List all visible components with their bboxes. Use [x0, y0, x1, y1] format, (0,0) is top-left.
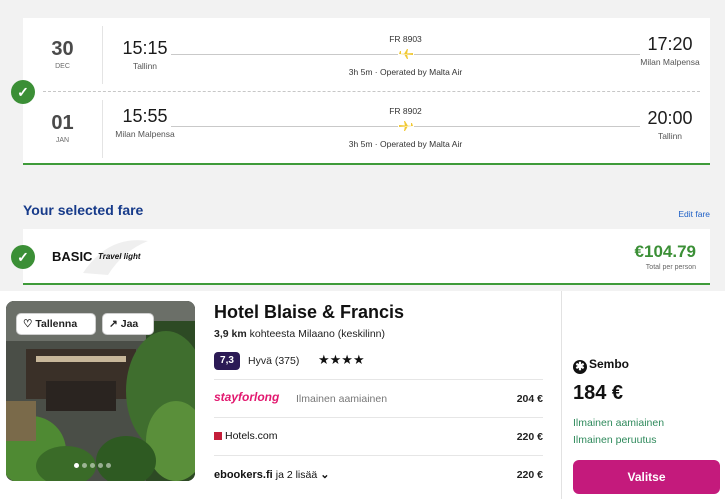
best-offer-price: 184 € [573, 382, 624, 404]
selected-fare-card[interactable]: BASIC Travel light €104.79 Total per per… [23, 229, 710, 285]
departure-city: Milan Malpensa [115, 129, 175, 139]
carousel-dot[interactable] [90, 463, 95, 468]
provider-logo: Hotels.com [214, 430, 278, 442]
offer-perk: Ilmainen aamiainen [296, 393, 388, 405]
offer-price: 204 € [516, 393, 543, 405]
fare-confirmed-check-icon: ✓ [11, 245, 35, 269]
distance-value: 3,9 km [214, 328, 247, 340]
date-month: DEC [55, 63, 70, 70]
provider-name: Hotels.com [225, 430, 278, 442]
fare-price-note: Total per person [645, 264, 696, 271]
share-icon: ↗ [109, 318, 118, 330]
fare-subtitle: Travel light [98, 252, 141, 261]
hotel-photo[interactable]: ♡ Tallenna ↗ Jaa [6, 301, 195, 481]
offer-row[interactable]: stayforlong Ilmainen aamiainen 204 € [214, 379, 543, 417]
offer-price: 220 € [516, 431, 543, 443]
date-day: 01 [51, 112, 74, 134]
sembo-snowflake-icon: ✱ [573, 360, 587, 374]
departure-time: 15:55 [122, 106, 168, 126]
fare-name: BASIC [52, 249, 93, 264]
departure-city: Tallinn [132, 61, 158, 71]
save-label: Tallenna [35, 318, 78, 330]
arrival: 20:00 Tallinn [640, 108, 700, 141]
flight-duration: 3h 5m · Operated by Malta Air [348, 67, 463, 77]
save-hotel-button[interactable]: ♡ Tallenna [16, 313, 96, 335]
return-flight[interactable]: 01 JAN 15:55 Milan Malpensa FR 8902 3h 5… [23, 92, 710, 164]
outbound-flight[interactable]: 30 DEC 15:15 Tallinn FR 8903 3h 5m · Ope… [23, 18, 710, 90]
star-rating: ★★★★ [318, 352, 365, 367]
best-offer-provider: ✱ Sembo [573, 357, 629, 374]
share-label: Jaa [120, 318, 139, 330]
departure-time: 15:15 [122, 38, 168, 58]
date-month: JAN [55, 137, 70, 144]
chevron-down-icon: ⌄ [320, 469, 330, 481]
flight-number: FR 8902 [389, 106, 422, 116]
share-hotel-button[interactable]: ↗ Jaa [102, 313, 154, 335]
photo-carousel-dots[interactable] [74, 455, 114, 473]
carousel-dot[interactable] [106, 463, 111, 468]
offer-row[interactable]: Hotels.com 220 € [214, 417, 543, 455]
carousel-dot[interactable] [82, 463, 87, 468]
fare-price: €104.79 [634, 242, 696, 261]
plane-icon [397, 120, 414, 132]
arrival-city: Milan Malpensa [640, 57, 700, 67]
departure: 15:15 Tallinn [115, 38, 175, 71]
heart-icon: ♡ [23, 318, 33, 330]
arrival-city: Tallinn [657, 131, 683, 141]
route: FR 8903 3h 5m · Operated by Malta Air [171, 34, 640, 84]
offer-price: 220 € [516, 469, 543, 481]
column-divider [561, 291, 562, 499]
edit-fare-link[interactable]: Edit fare [678, 209, 710, 219]
arrival-time: 20:00 [647, 108, 693, 128]
hotel-name[interactable]: Hotel Blaise & Francis [214, 302, 404, 323]
select-offer-button[interactable]: Valitse [573, 460, 720, 494]
flights-confirmed-check-icon: ✓ [11, 80, 35, 104]
offer-row[interactable]: ebookers.fi ja 2 lisää ⌄ 220 € [214, 455, 543, 493]
provider-name: ebookers.fi [214, 469, 273, 481]
distance-text: kohteesta Milaano (keskilinn) [249, 328, 386, 340]
flight-number: FR 8903 [389, 34, 422, 44]
carousel-dot[interactable] [74, 463, 79, 468]
hotels-logo-icon [214, 432, 222, 441]
route: FR 8902 3h 5m · Operated by Malta Air [171, 106, 640, 156]
carousel-dot[interactable] [98, 463, 103, 468]
more-offers-link[interactable]: ja 2 lisää [276, 469, 317, 481]
rating-text[interactable]: Hyvä (375) [248, 355, 299, 367]
departure: 15:55 Milan Malpensa [115, 106, 175, 139]
arrival-time: 17:20 [647, 34, 693, 54]
provider-logo: ebookers.fi ja 2 lisää ⌄ [214, 468, 329, 481]
provider-logo: stayforlong [214, 390, 280, 404]
arrival: 17:20 Milan Malpensa [640, 34, 700, 67]
fare-section-title: Your selected fare [23, 202, 144, 218]
best-offer-perk: Ilmainen peruutus [573, 434, 657, 446]
rating-badge: 7,3 [214, 352, 240, 370]
date-day: 30 [51, 38, 74, 60]
date-box: 30 DEC [23, 26, 103, 84]
hotel-distance: 3,9 km kohteesta Milaano (keskilinn) [214, 328, 385, 340]
hotel-result-card: ♡ Tallenna ↗ Jaa Hotel Blaise & Francis … [0, 291, 725, 499]
plane-icon [397, 48, 414, 60]
flight-itinerary-card: 30 DEC 15:15 Tallinn FR 8903 3h 5m · Ope… [23, 18, 710, 165]
flight-duration: 3h 5m · Operated by Malta Air [348, 139, 463, 149]
best-offer-perk: Ilmainen aamiainen [573, 417, 665, 429]
best-provider-name: Sembo [589, 357, 630, 371]
date-box: 01 JAN [23, 100, 103, 158]
